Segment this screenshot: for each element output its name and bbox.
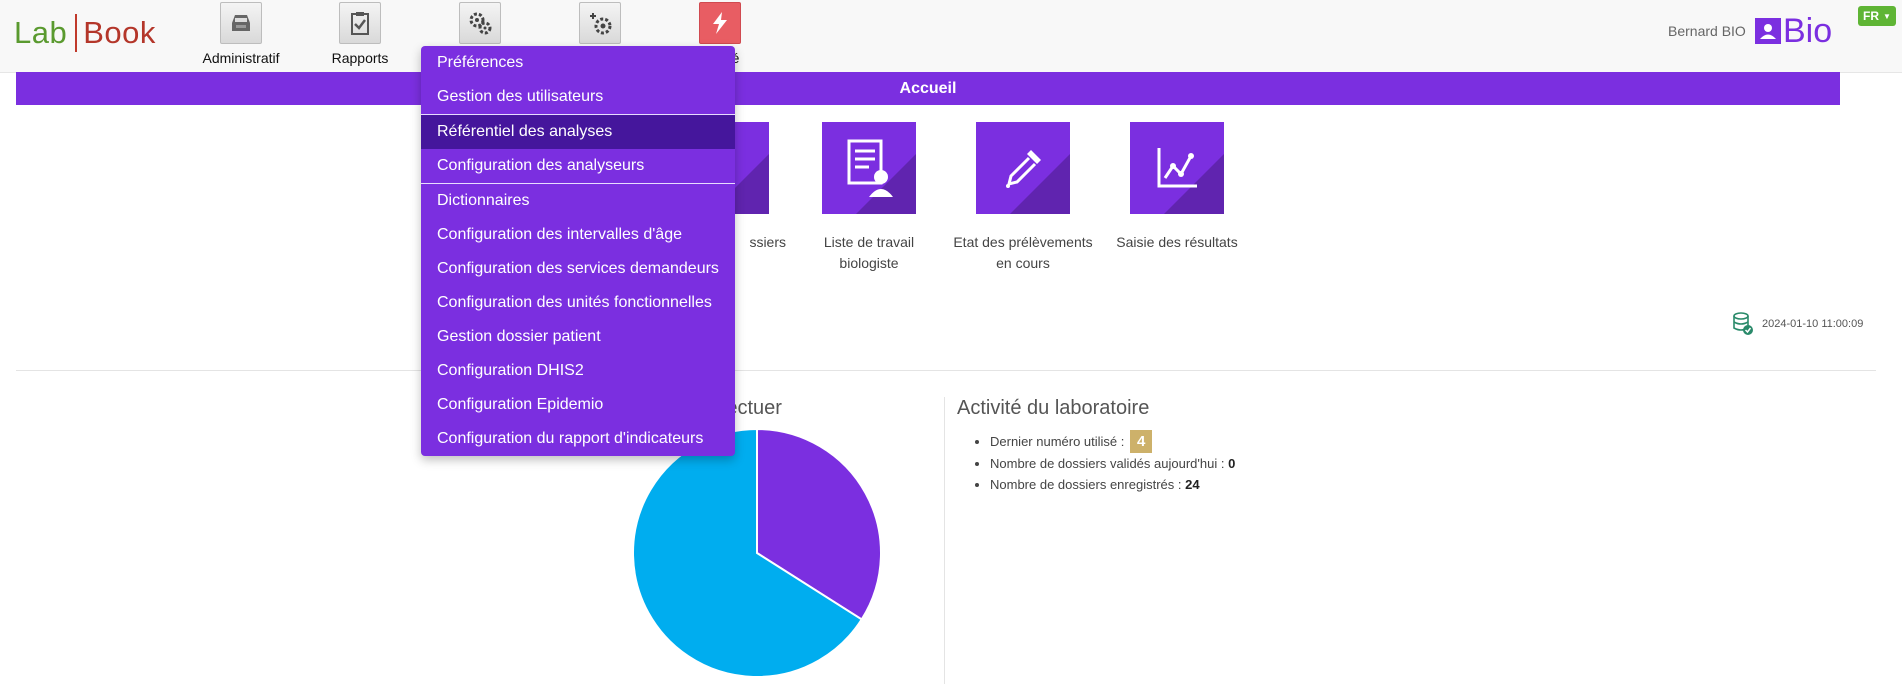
parametrage-dropdown-menu: Préférences Gestion des utilisateurs Réf… (421, 46, 735, 456)
registered-value: 24 (1185, 477, 1200, 492)
tile-label: Liste de travail biologiste (823, 234, 915, 271)
tile-liste-travail-biologiste[interactable]: Liste de travail biologiste (799, 122, 939, 274)
user-badge-icon (1755, 18, 1781, 44)
last-number-label: Dernier numéro utilisé : (990, 434, 1125, 449)
menu-item-preferences[interactable]: Préférences (421, 46, 735, 80)
inbox-tray-icon (220, 2, 262, 44)
gears-icon (459, 2, 501, 44)
activity-panel: Activité du laboratoire Dernier numéro u… (957, 397, 1235, 495)
activity-title: Activité du laboratoire (957, 397, 1150, 419)
clipboard-check-icon (339, 2, 381, 44)
menu-item-dossier-patient[interactable]: Gestion dossier patient (421, 320, 735, 354)
tile-label: Etat des prélèvements en cours (953, 234, 1093, 271)
nav-parametrage[interactable] (420, 0, 540, 50)
menu-item-services-demandeurs[interactable]: Configuration des services demandeurs (421, 252, 735, 286)
tile-saisie-resultats[interactable]: Saisie des résultats (1107, 122, 1247, 253)
timestamp-text: 2024-01-10 11:00:09 (1762, 318, 1864, 330)
last-number-badge: 4 (1130, 430, 1153, 453)
language-label: FR (1863, 9, 1880, 23)
validated-value: 0 (1228, 456, 1236, 471)
section-divider (16, 370, 1876, 371)
brand-text: Bio (1783, 12, 1833, 50)
nav-rapports[interactable]: Rapports (300, 0, 420, 66)
logo-lab-text: Lab (14, 15, 68, 50)
nav-label: Administratif (202, 50, 280, 66)
line-chart-icon (1130, 122, 1224, 214)
menu-item-intervalles-age[interactable]: Configuration des intervalles d'âge (421, 218, 735, 252)
validated-label: Nombre de dossiers validés aujourd'hui : (990, 456, 1225, 471)
last-sync-timestamp: 2024-01-10 11:00:09 (1732, 312, 1863, 336)
registered-label: Nombre de dossiers enregistrés : (990, 477, 1182, 492)
logo-book-text: Book (83, 15, 156, 50)
user-name[interactable]: Bernard BIO (1668, 23, 1746, 39)
menu-item-rapport-indicateurs[interactable]: Configuration du rapport d'indicateurs (421, 422, 735, 456)
lightning-icon (699, 2, 741, 44)
database-check-icon (1733, 312, 1753, 335)
list-item: Nombre de dossiers enregistrés : 24 (990, 474, 1235, 495)
accueil-title-bar: Accueil (16, 72, 1840, 105)
menu-item-dhis2[interactable]: Configuration DHIS2 (421, 354, 735, 388)
analyses-pie-chart (632, 428, 882, 678)
nav-administratif[interactable]: Administratif (181, 0, 301, 66)
menu-item-unites-fonctionnelles[interactable]: Configuration des unités fonctionnelles (421, 286, 735, 320)
brand-logo: Bio (1755, 14, 1832, 48)
nav-extensions[interactable] (540, 0, 660, 50)
menu-item-dictionnaires[interactable]: Dictionnaires (421, 184, 735, 218)
language-selector[interactable]: FR ▼ (1858, 6, 1896, 26)
list-item: Dernier numéro utilisé : 4 (990, 430, 1235, 453)
vertical-divider (944, 397, 945, 684)
tile-label: Saisie des résultats (1116, 234, 1238, 250)
nav-label: Rapports (331, 50, 389, 66)
menu-item-gestion-utilisateurs[interactable]: Gestion des utilisateurs (421, 80, 735, 114)
gear-add-icon (579, 2, 621, 44)
activity-list: Dernier numéro utilisé : 4 Nombre de dos… (957, 430, 1235, 495)
list-item: Nombre de dossiers validés aujourd'hui :… (990, 453, 1235, 474)
menu-item-referentiel-analyses[interactable]: Référentiel des analyses (421, 115, 735, 149)
document-user-icon (822, 122, 916, 214)
menu-item-configuration-analyseurs[interactable]: Configuration des analyseurs (421, 149, 735, 183)
caret-down-icon: ▼ (1883, 11, 1891, 21)
labbook-logo[interactable]: Lab Book (14, 14, 156, 52)
menu-item-epidemio[interactable]: Configuration Epidemio (421, 388, 735, 422)
logo-separator (75, 14, 78, 52)
pipette-icon (976, 122, 1070, 214)
tile-etat-prelevements[interactable]: Etat des prélèvements en cours (953, 122, 1093, 274)
top-header: Lab Book Administratif Rapports ormité B… (0, 0, 1902, 73)
